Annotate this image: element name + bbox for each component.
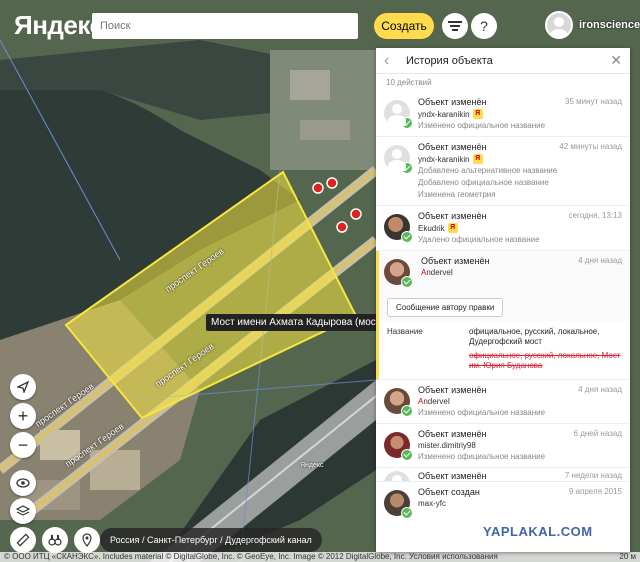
entry-time: 42 минуты назад	[559, 142, 622, 151]
avatar	[384, 471, 410, 481]
panel-title: История объекта	[406, 54, 493, 67]
check-icon	[401, 231, 413, 243]
binoculars-icon	[48, 535, 62, 546]
layers-button[interactable]	[10, 498, 36, 524]
avatar	[384, 100, 413, 129]
entry-time: 6 дней назад	[573, 429, 622, 438]
yandex-staff-icon: Я	[472, 154, 483, 164]
entry-action: Объект изменён	[418, 471, 487, 481]
layers-menu-button[interactable]	[442, 13, 468, 39]
diff-label: Название	[387, 327, 423, 336]
location-arrow-icon	[17, 381, 29, 393]
entry-user[interactable]: mister.dimitriy98	[418, 441, 476, 450]
history-entry-selected[interactable]: Объект изменён 4 дня назад AnderveI	[376, 251, 630, 292]
close-icon[interactable]: ✕	[610, 52, 622, 69]
check-icon	[401, 162, 413, 174]
avatar	[384, 388, 413, 417]
zoom-out-button[interactable]: −	[10, 432, 36, 458]
entry-time: 4 дня назад	[578, 256, 622, 265]
check-icon	[401, 117, 413, 129]
entry-action: Объект создан	[418, 487, 480, 497]
help-button[interactable]: ?	[471, 13, 497, 39]
history-entry[interactable]: Объект изменён 35 минут назад yndx-karani…	[376, 92, 630, 137]
check-icon	[401, 449, 413, 461]
yandex-logo[interactable]: Яндекс	[14, 10, 104, 41]
plus-icon: +	[17, 405, 29, 426]
eye-icon	[16, 478, 30, 488]
map-pin-icon	[82, 533, 92, 547]
actions-count: 10 действий	[386, 78, 432, 87]
binoculars-button[interactable]	[42, 527, 68, 553]
username: ironscience	[579, 19, 640, 31]
layers-icon	[16, 505, 30, 516]
yandex-staff-icon: Я	[472, 109, 483, 119]
entry-desc: Изменено официальное название	[418, 408, 546, 417]
entry-user[interactable]: yndx-karanikin	[418, 155, 470, 164]
avatar	[384, 490, 413, 519]
map-tools-bar	[10, 527, 100, 553]
panel-header: ‹ История объекта ✕	[376, 48, 630, 74]
entry-desc: Изменено официальное название	[418, 452, 546, 461]
geolocation-button[interactable]	[10, 374, 36, 400]
entry-time: 35 минут назад	[565, 97, 622, 106]
map-watermark-label: Яндекс	[300, 462, 324, 469]
ruler-icon	[16, 533, 30, 547]
name-diff: Название официальное, русский, локальное…	[376, 321, 630, 380]
history-panel: ‹ История объекта ✕ 10 действий Объект и…	[376, 48, 630, 552]
entry-desc: Изменено официальное название	[418, 121, 546, 130]
user-menu[interactable]: ironscience	[545, 11, 640, 39]
pin-button[interactable]	[74, 527, 100, 553]
entry-action: Объект изменён	[418, 211, 487, 221]
entry-action: Объект изменён	[418, 97, 487, 107]
history-entry[interactable]: Объект изменён 4 дня назад AnderveI Измен…	[376, 380, 630, 424]
history-entry[interactable]: Объект создан 9 апреля 2015 max-yfc	[376, 482, 630, 519]
entry-action: Объект изменён	[418, 142, 487, 152]
minus-icon: −	[17, 434, 29, 455]
entry-action: Объект изменён	[421, 256, 490, 266]
avatar	[384, 432, 413, 461]
create-button[interactable]: Создать	[374, 13, 434, 39]
history-entry[interactable]: Объект изменён 42 минуты назад yndx-karan…	[376, 137, 630, 206]
view-button[interactable]	[10, 470, 36, 496]
history-entry[interactable]: Объект изменён 6 дней назад mister.dimitr…	[376, 424, 630, 468]
scale-label: 20 м	[619, 552, 636, 561]
message-author-button[interactable]: Сообщение автору правки	[387, 298, 504, 317]
menu-icon	[448, 21, 462, 31]
zoom-in-button[interactable]: +	[10, 403, 36, 429]
diff-old-value: официальное, русский, локальное, Мост им…	[469, 351, 621, 370]
object-tooltip: Мост имени Ахмата Кадырова (мост)	[206, 314, 389, 331]
entry-action: Объект изменён	[418, 385, 487, 395]
copyright-bar: © ООО ИТЦ «СКАНЭКС». Includes material ©…	[0, 552, 640, 562]
avatar	[384, 214, 413, 243]
entry-user[interactable]: AnderveI	[418, 397, 622, 406]
entry-time: 4 дня назад	[578, 385, 622, 394]
site-watermark: YAPLAKAL.COM	[481, 524, 595, 539]
avatar	[545, 11, 573, 39]
breadcrumb[interactable]: Россия / Санкт-Петербург / Дудергофский …	[100, 528, 322, 552]
back-icon[interactable]: ‹	[384, 52, 400, 70]
entry-action: Объект изменён	[418, 429, 487, 439]
entry-time: сегодня, 13:13	[568, 211, 622, 220]
entry-time: 7 недели назад	[564, 471, 622, 480]
avatar	[384, 259, 413, 288]
entry-time: 9 апреля 2015	[568, 487, 622, 496]
entry-desc: Удалено официальное название	[418, 235, 540, 244]
entry-desc: Изменена геометрия	[418, 190, 496, 199]
check-icon	[401, 507, 413, 519]
entry-desc: Добавлено официальное название	[418, 178, 549, 187]
history-entry[interactable]: Объект изменён сегодня, 13:13 Ekudrik Я Уд…	[376, 206, 630, 251]
avatar	[384, 145, 413, 174]
entry-user[interactable]: AnderveI	[421, 268, 622, 277]
history-entry[interactable]: Объект изменён 7 недели назад	[376, 468, 630, 482]
entry-user[interactable]: Ekudrik	[418, 224, 445, 233]
check-icon	[401, 405, 413, 417]
search-input[interactable]	[92, 13, 358, 39]
entry-user[interactable]: max-yfc	[418, 499, 446, 508]
diff-new-value: официальное, русский, локальное, Дудерго…	[469, 327, 600, 346]
yandex-staff-icon: Я	[447, 223, 458, 233]
entry-user[interactable]: yndx-karanikin	[418, 110, 470, 119]
entry-desc: Добавлено альтернативное название	[418, 166, 558, 175]
check-icon	[401, 276, 413, 288]
ruler-button[interactable]	[10, 527, 36, 553]
